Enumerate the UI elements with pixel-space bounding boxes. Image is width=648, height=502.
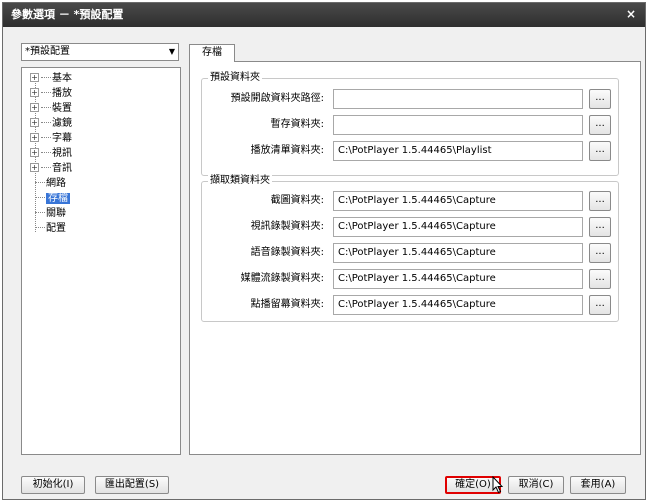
title-bar: 參數選項 － *預設配置 × [3,3,645,27]
chevron-down-icon: ▼ [168,47,175,56]
tree-connector [41,77,51,78]
browse-audio-record-folder-button[interactable]: ... [589,243,611,263]
tree-connector [41,107,51,108]
tree-item-label: 裝置 [52,103,72,114]
browse-temp-folder-button[interactable]: ... [589,115,611,135]
tree-connector [35,212,45,213]
tree-item-label: 音訊 [52,163,72,174]
tree-connector [35,227,45,228]
tree-connector [41,137,51,138]
category-tree: + 基本 + 播放 + 裝置 + 濾鏡 + 字幕 + 視訊 + 音訊 網路 存檔 關聯 配置 [21,67,181,455]
expand-plus-icon[interactable]: + [30,118,39,127]
window-title: 參數選項 － *預設配置 [11,8,124,21]
tree-item-config[interactable]: 配置 [35,222,66,236]
playlist-folder-input[interactable]: C:\PotPlayer 1.5.44465\Playlist [333,141,583,161]
browse-stream-record-folder-button[interactable]: ... [589,269,611,289]
cancel-button[interactable]: 取消(C) [508,476,564,494]
audio-record-folder-input[interactable]: C:\PotPlayer 1.5.44465\Capture [333,243,583,263]
video-record-folder-input[interactable]: C:\PotPlayer 1.5.44465\Capture [333,217,583,237]
danmaku-folder-input[interactable]: C:\PotPlayer 1.5.44465\Capture [333,295,583,315]
tree-item-label: 字幕 [52,133,72,144]
tree-item-network[interactable]: 網路 [35,177,66,191]
stream-record-folder-label: 媒體流錄製資料夾: [240,273,324,284]
tree-item-save[interactable]: 存檔 [35,192,70,206]
tree-item-label: 網路 [46,178,66,189]
tree-item-label: 存檔 [46,193,70,204]
browse-danmaku-folder-button[interactable]: ... [589,295,611,315]
tree-item-label: 濾鏡 [52,118,72,129]
temp-folder-label: 暫存資料夾: [270,119,324,130]
danmaku-folder-label: 點播留幕資料夾: [250,299,324,310]
apply-button[interactable]: 套用(A) [570,476,626,494]
settings-panel: 預設資料夾 預設開啟資料夾路徑: ... 暫存資料夾: ... 播放清單資料夾:… [189,61,641,455]
preset-select[interactable]: *預設配置 ▼ [21,43,179,61]
expand-plus-icon[interactable]: + [30,148,39,157]
tree-item-association[interactable]: 關聯 [35,207,66,221]
default-open-folder-input[interactable] [333,89,583,109]
tree-item-basic[interactable]: + 基本 [30,72,72,86]
tree-item-filter[interactable]: + 濾鏡 [30,117,72,131]
preferences-window: 參數選項 － *預設配置 × *預設配置 ▼ + 基本 + 播放 + 裝置 + 濾鏡 +… [2,2,646,500]
tree-item-device[interactable]: + 裝置 [30,102,72,116]
capture-folders-group: 擷取類資料夾 截圖資料夾: C:\PotPlayer 1.5.44465\Cap… [201,175,619,322]
browse-screenshot-folder-button[interactable]: ... [589,191,611,211]
tree-connector [41,152,51,153]
playlist-folder-label: 播放清單資料夾: [250,145,324,156]
tree-connector [41,167,51,168]
tree-item-audio[interactable]: + 音訊 [30,162,72,176]
expand-plus-icon[interactable]: + [30,88,39,97]
temp-folder-input[interactable] [333,115,583,135]
browse-video-record-folder-button[interactable]: ... [589,217,611,237]
export-config-button[interactable]: 匯出配置(S) [95,476,169,494]
tree-connector [35,182,45,183]
tree-connector [41,122,51,123]
tab-save[interactable]: 存檔 [189,44,235,62]
tree-item-label: 基本 [52,73,72,84]
browse-default-open-folder-button[interactable]: ... [589,89,611,109]
tree-item-subtitle[interactable]: + 字幕 [30,132,72,146]
close-button[interactable]: × [623,6,639,22]
mouse-pointer-icon [492,476,504,494]
preset-selected-value: *預設配置 [25,46,70,57]
tree-item-video[interactable]: + 視訊 [30,147,72,161]
initialize-button[interactable]: 初始化(I) [21,476,85,494]
tree-connector [35,197,45,198]
default-open-folder-label: 預設開啟資料夾路徑: [230,93,324,104]
video-record-folder-label: 視訊錄製資料夾: [250,221,324,232]
expand-plus-icon[interactable]: + [30,133,39,142]
tree-item-label: 播放 [52,88,72,99]
tree-item-playback[interactable]: + 播放 [30,87,72,101]
default-folders-title: 預設資料夾 [208,72,262,84]
screenshot-folder-label: 截圖資料夾: [270,195,324,206]
audio-record-folder-label: 語音錄製資料夾: [250,247,324,258]
tree-item-label: 配置 [46,223,66,234]
stream-record-folder-input[interactable]: C:\PotPlayer 1.5.44465\Capture [333,269,583,289]
browse-playlist-folder-button[interactable]: ... [589,141,611,161]
capture-folders-title: 擷取類資料夾 [208,175,272,187]
default-folders-group: 預設資料夾 預設開啟資料夾路徑: ... 暫存資料夾: ... 播放清單資料夾:… [201,72,619,176]
screenshot-folder-input[interactable]: C:\PotPlayer 1.5.44465\Capture [333,191,583,211]
tree-item-label: 關聯 [46,208,66,219]
expand-plus-icon[interactable]: + [30,103,39,112]
expand-plus-icon[interactable]: + [30,73,39,82]
tree-item-label: 視訊 [52,148,72,159]
expand-plus-icon[interactable]: + [30,163,39,172]
tree-connector [41,92,51,93]
